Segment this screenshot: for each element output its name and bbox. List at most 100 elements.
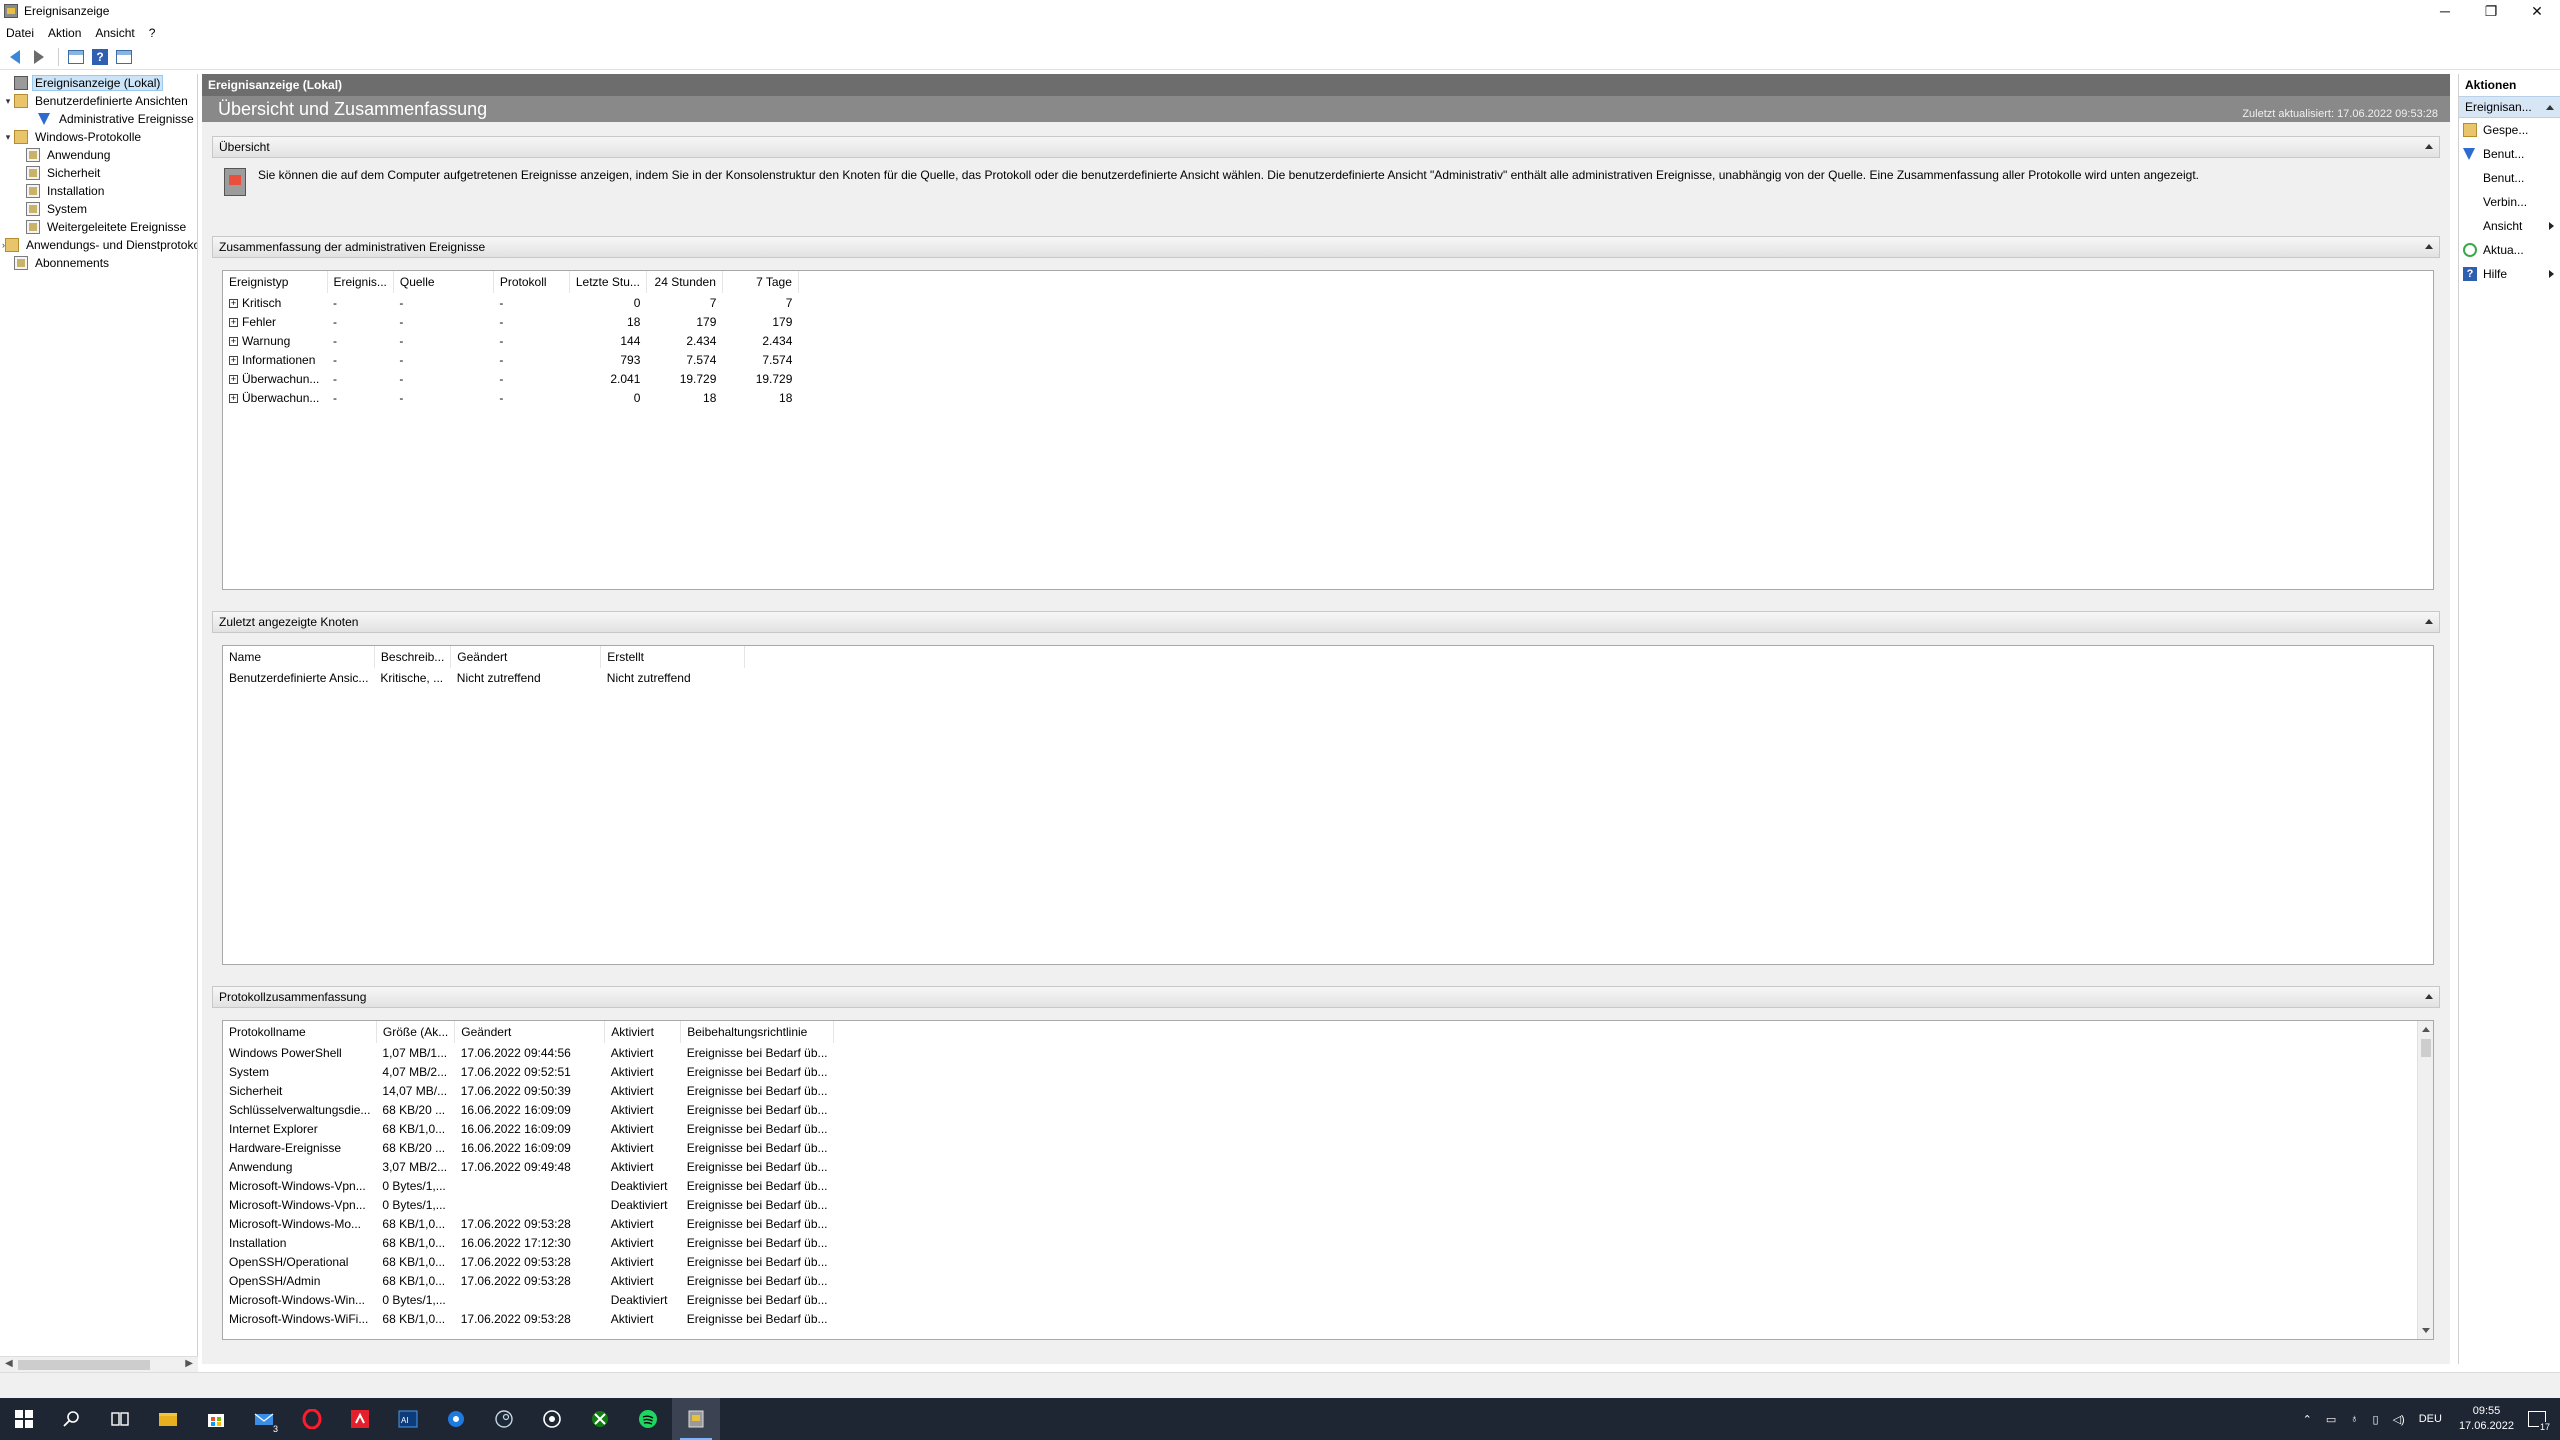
scroll-thumb[interactable] [18,1360,150,1370]
column-header[interactable]: Größe (Ak... [376,1021,456,1043]
obs-button[interactable] [528,1398,576,1440]
tree-item[interactable]: Ereignisanzeige (Lokal) [0,74,197,92]
show-hide-action-pane-button[interactable] [113,46,135,68]
table-row[interactable]: Schlüsselverwaltungsdie... 68 KB/20 ... 16… [223,1100,834,1119]
ai-suite-button[interactable]: AI [384,1398,432,1440]
admin-summary-section-header[interactable]: Zusammenfassung der administrativen Erei… [212,236,2440,258]
spotify-button[interactable] [624,1398,672,1440]
tray-overflow-icon[interactable]: ⌃ [2303,1413,2312,1426]
table-row[interactable]: Hardware-Ereignisse 68 KB/20 ... 16.06.202… [223,1138,834,1157]
table-row[interactable]: + Überwachun... - - -2.041 19.729 19.729 [223,369,798,388]
tree-item[interactable]: Weitergeleitete Ereignisse [0,218,197,236]
expand-plus-icon[interactable]: + [229,298,238,308]
expand-plus-icon[interactable]: + [229,374,238,384]
action-item[interactable]: Ansicht [2459,214,2560,238]
scroll-right-icon[interactable]: ▶ [185,1358,193,1369]
column-header[interactable]: Letzte Stu... [569,271,647,293]
tree-item[interactable]: Abonnements [0,254,197,272]
column-header[interactable]: Name [223,646,375,668]
table-row[interactable]: + Warnung - - - 144 2.434 2.434 [223,331,798,350]
scroll-up-icon[interactable] [2422,1027,2430,1032]
table-row[interactable]: Microsoft-Windows-Mo... 68 KB/1,0... 17.06… [223,1214,834,1233]
column-header[interactable]: Protokollname [223,1021,377,1043]
collapse-icon[interactable] [2425,994,2433,999]
tree-item[interactable]: Installation [0,182,197,200]
start-button[interactable] [0,1398,48,1440]
action-item[interactable]: Benut... [2459,166,2560,190]
column-header[interactable]: Ereignis... [327,271,394,293]
menu-help[interactable]: ? [149,26,156,40]
table-row[interactable]: Microsoft-Windows-Win... 0 Bytes/1,... Dea… [223,1290,834,1309]
menu-ansicht[interactable]: Ansicht [95,26,134,40]
steam-button[interactable] [480,1398,528,1440]
menu-aktion[interactable]: Aktion [48,26,81,40]
table-row[interactable]: System 4,07 MB/2... 17.06.2022 09:52:51 Akt… [223,1062,834,1081]
log-vertical-scrollbar[interactable] [2417,1021,2433,1339]
column-header[interactable]: Beibehaltungsrichtlinie [680,1021,834,1043]
task-view-button[interactable] [96,1398,144,1440]
expand-plus-icon[interactable]: + [229,393,238,403]
table-row[interactable]: OpenSSH/Admin 68 KB/1,0... 17.06.2022 09:5… [223,1271,834,1290]
table-row[interactable]: + Überwachun... - - -0 18 18 [223,388,798,407]
expand-plus-icon[interactable]: + [229,317,238,327]
table-row[interactable]: + Informationen - - - 793 7.574 7.574 [223,350,798,369]
table-row[interactable]: Microsoft-Windows-Vpn... 0 Bytes/1,... Dea… [223,1195,834,1214]
table-row[interactable]: + Fehler - - - 18 179 179 [223,312,798,331]
action-item[interactable]: ? Hilfe [2459,262,2560,286]
clock[interactable]: 09:55 17.06.2022 [2459,1404,2514,1434]
collapse-icon[interactable] [2425,244,2433,249]
tree-item[interactable]: Administrative Ereignisse [0,110,197,128]
column-header[interactable]: Quelle [393,271,494,293]
scroll-down-icon[interactable] [2422,1328,2430,1333]
column-header[interactable]: Geändert [450,646,602,668]
tree-item[interactable]: Sicherheit [0,164,197,182]
table-row[interactable]: Windows PowerShell 1,07 MB/1... 17.06.2022… [223,1043,834,1062]
recent-nodes-section-header[interactable]: Zuletzt angezeigte Knoten [212,611,2440,633]
table-row[interactable]: OpenSSH/Operational 68 KB/1,0... 17.06.202… [223,1252,834,1271]
show-hide-tree-button[interactable] [65,46,87,68]
expand-plus-icon[interactable]: + [229,336,238,346]
column-header[interactable]: Ereignistyp [223,271,328,293]
column-header[interactable]: Erstellt [600,646,746,668]
column-header[interactable]: Beschreib... [374,646,452,668]
restore-button[interactable]: ❐ [2468,0,2514,22]
mail-button[interactable]: 3 [240,1398,288,1440]
table-row[interactable]: Sicherheit 14,07 MB/... 17.06.2022 09:50:3… [223,1081,834,1100]
table-row[interactable]: + Kritisch - - - 0 7 7 [223,293,798,312]
column-header[interactable]: 24 Stunden [646,271,723,293]
back-button[interactable] [4,46,26,68]
microphone-icon[interactable]: ♁ [2350,1413,2358,1425]
overview-section-header[interactable]: Übersicht [212,136,2440,158]
table-row[interactable]: Internet Explorer 68 KB/1,0... 16.06.2022 … [223,1119,834,1138]
expand-toggle-icon[interactable]: ▾ [2,96,14,107]
action-item[interactable]: Gespe... [2459,118,2560,142]
tree-item[interactable]: Anwendung [0,146,197,164]
collapse-icon[interactable] [2425,619,2433,624]
search-button[interactable] [48,1398,96,1440]
minimize-button[interactable]: ─ [2422,0,2468,22]
close-button[interactable]: ✕ [2514,0,2560,22]
table-row[interactable]: Anwendung 3,07 MB/2... 17.06.2022 09:49:48… [223,1157,834,1176]
column-header[interactable]: Geändert [454,1021,606,1043]
notification-center-icon[interactable]: 17 [2528,1411,2551,1432]
tree-item[interactable]: › Anwendungs- und Dienstprotokolle [0,236,197,254]
opera-button[interactable] [288,1398,336,1440]
column-header[interactable]: Aktiviert [604,1021,682,1043]
table-row[interactable]: Benutzerdefinierte Ansic... Kritische, ..… [223,668,745,687]
action-item[interactable]: Verbin... [2459,190,2560,214]
tree-item[interactable]: ▾ Windows-Protokolle [0,128,197,146]
collapse-icon[interactable] [2425,144,2433,149]
scroll-thumb[interactable] [2421,1039,2431,1057]
menu-datei[interactable]: Datei [6,26,34,40]
store-button[interactable] [192,1398,240,1440]
scroll-left-icon[interactable]: ◀ [5,1358,13,1369]
expand-plus-icon[interactable]: + [229,355,238,365]
file-explorer-button[interactable] [144,1398,192,1440]
monitor-icon[interactable]: ▭ [2326,1413,2336,1426]
log-summary-section-header[interactable]: Protokollzusammenfassung [212,986,2440,1008]
language-indicator[interactable]: DEU [2419,1413,2442,1425]
volume-icon[interactable]: ◁) [2393,1413,2405,1426]
tree-horizontal-scrollbar[interactable]: ◀ ▶ [0,1356,198,1372]
table-row[interactable]: Microsoft-Windows-WiFi... 68 KB/1,0... 17.… [223,1309,834,1328]
network-icon[interactable]: ▯ [2373,1413,2379,1426]
